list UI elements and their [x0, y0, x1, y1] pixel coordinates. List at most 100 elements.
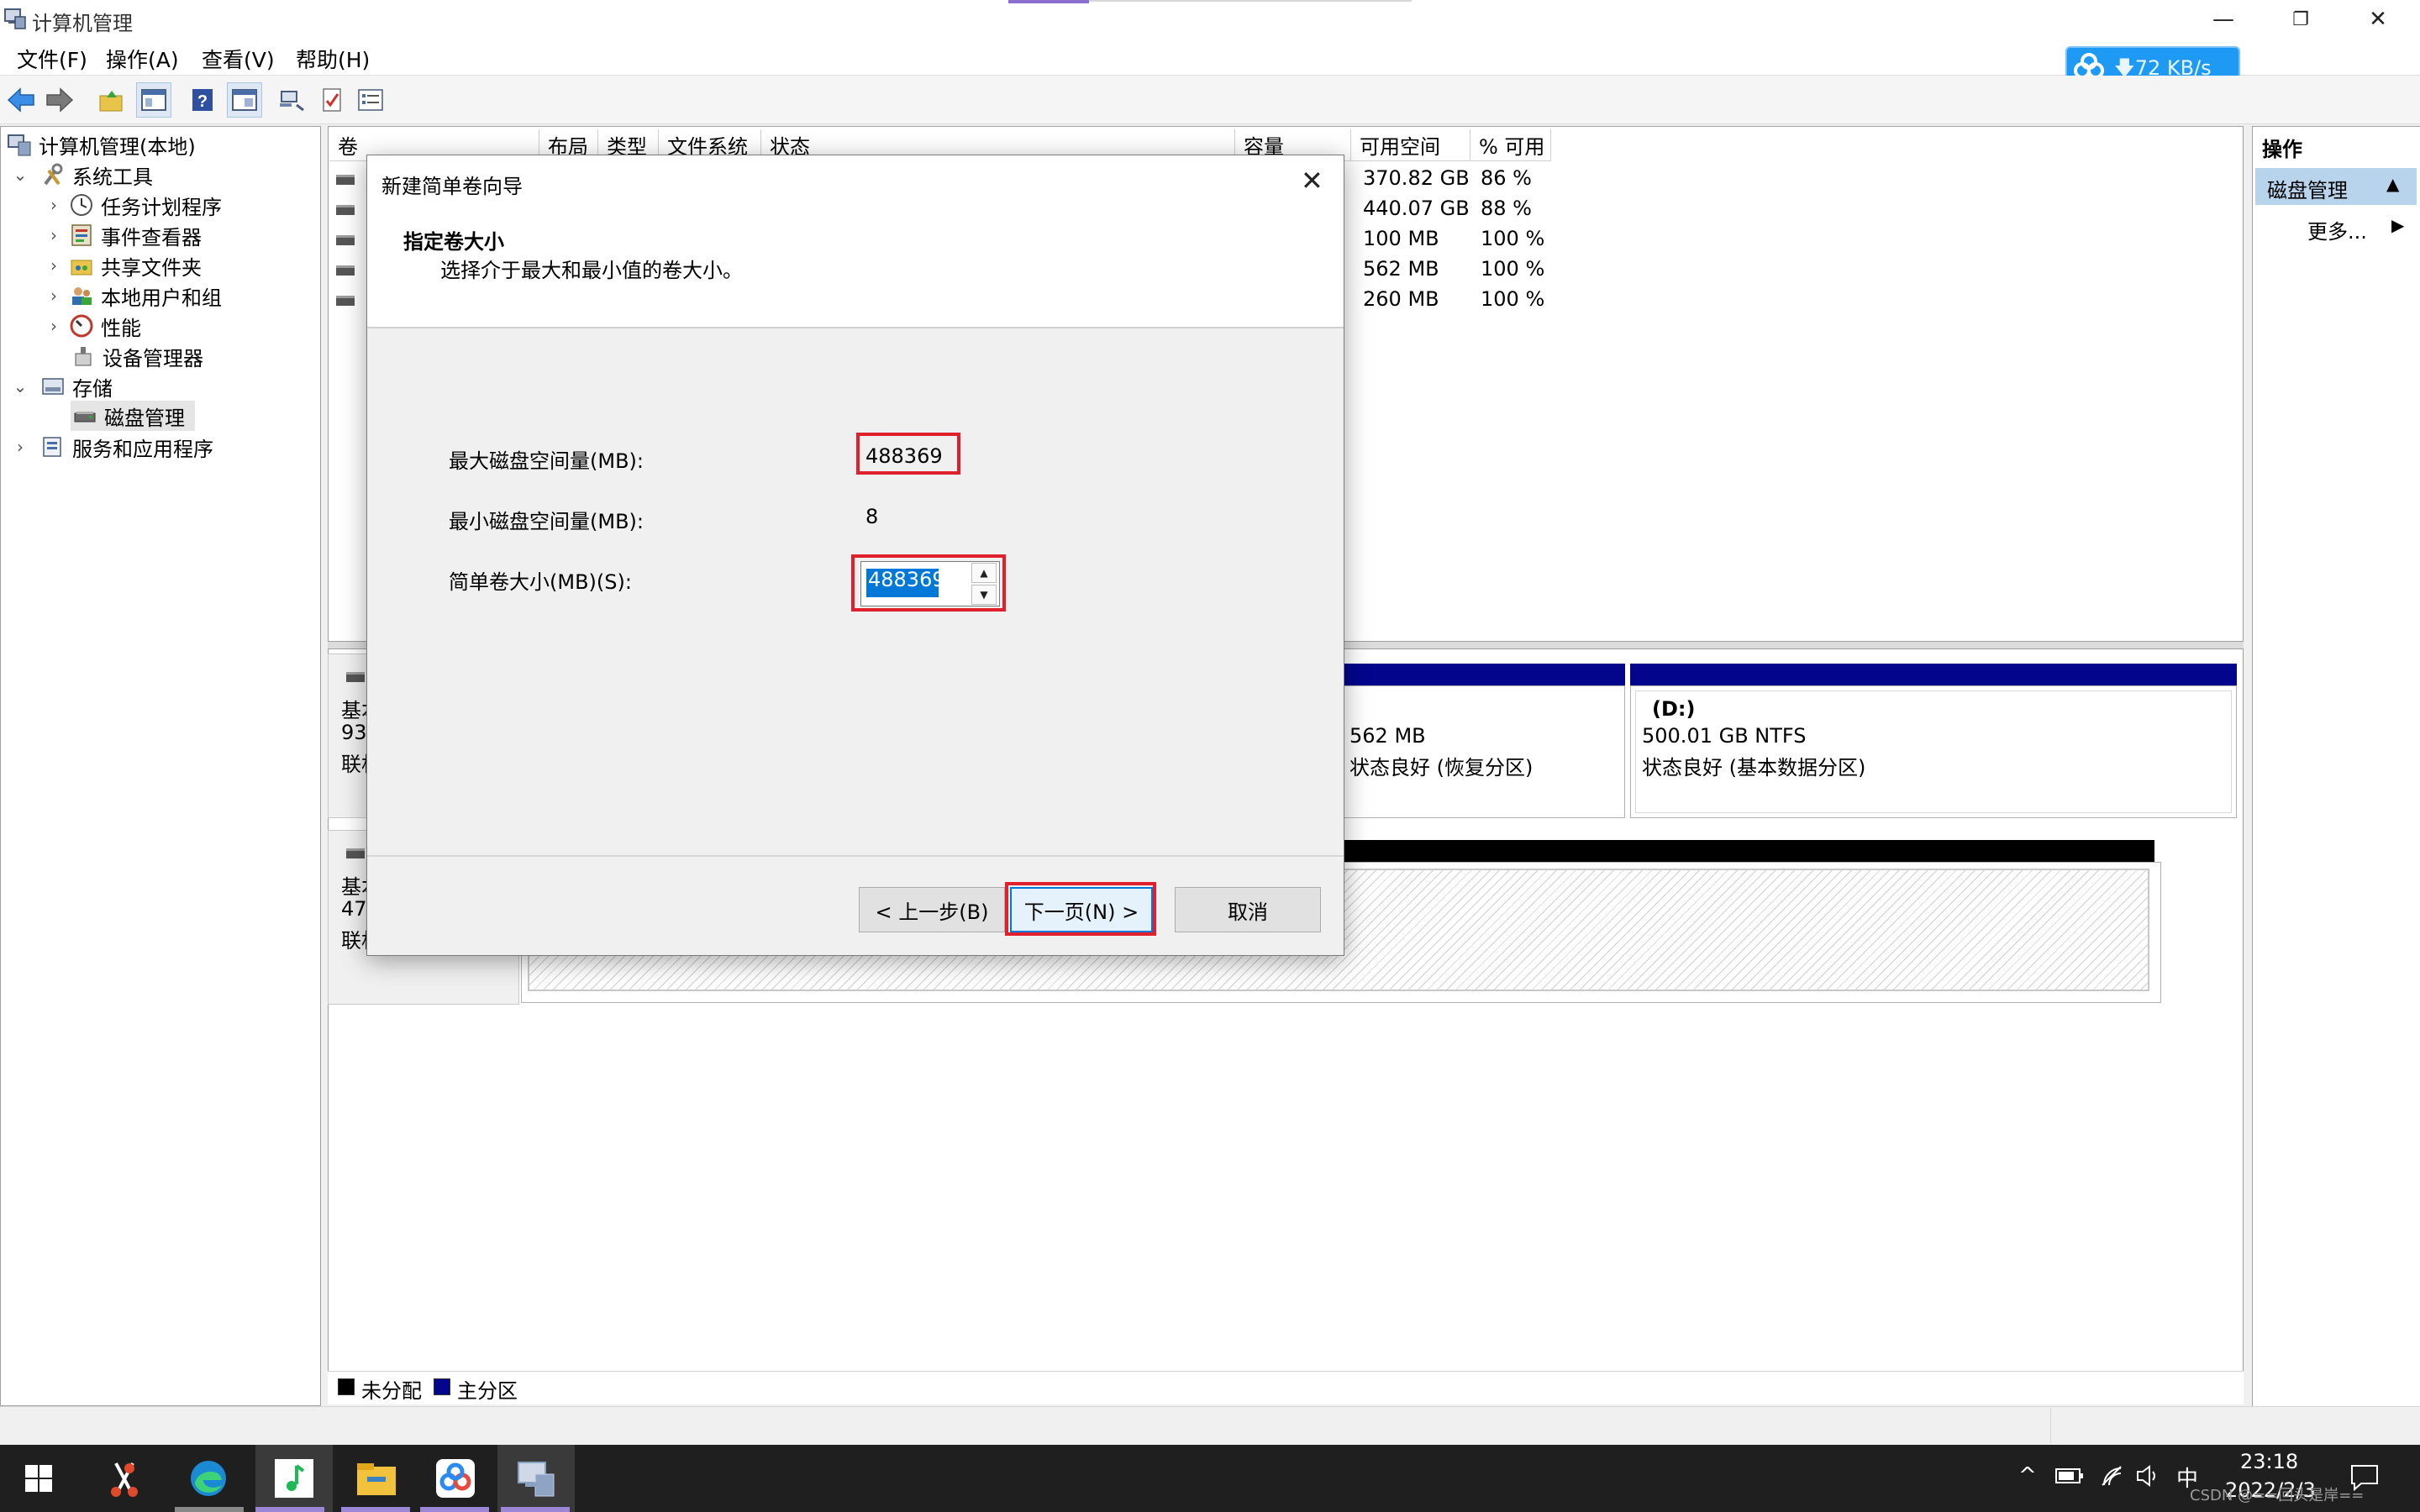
status-bar — [0, 1406, 2420, 1445]
column-header-free-space[interactable]: 可用空间 — [1351, 129, 1470, 161]
collapse-up-icon[interactable]: ▲ — [2386, 174, 2399, 194]
taskbar-edge[interactable] — [170, 1445, 247, 1512]
running-app-indicator — [420, 1507, 489, 1512]
collapse-chevron-icon[interactable]: ⌄ — [12, 376, 29, 396]
volume-speaker-icon[interactable] — [2134, 1463, 2161, 1488]
help-button[interactable]: ? — [185, 82, 220, 118]
expand-chevron-icon[interactable]: › — [45, 195, 62, 215]
menu-help[interactable]: 帮助(H) — [296, 44, 370, 74]
connect-button[interactable] — [274, 82, 309, 118]
active-app-indicator — [501, 1507, 570, 1512]
list-view-button[interactable] — [353, 82, 388, 118]
running-app-indicator — [341, 1507, 410, 1512]
expand-chevron-icon[interactable]: › — [45, 286, 62, 306]
titlebar-accent-secondary — [1089, 0, 1412, 2]
services-icon — [43, 437, 61, 457]
expand-chevron-icon[interactable]: › — [12, 437, 29, 457]
dialog-title: 新建简单卷向导 — [381, 175, 523, 198]
expand-chevron-icon[interactable]: › — [45, 225, 62, 245]
tree-item-local-users[interactable]: › 本地用户和组 — [45, 281, 222, 311]
start-button[interactable] — [0, 1445, 77, 1512]
volume-icon — [336, 296, 355, 306]
volume-percent-free: 100 % — [1481, 257, 1545, 281]
back-button[interactable] — [3, 82, 39, 118]
tree-label: 存储 — [72, 376, 113, 401]
volume-free-space: 370.82 GB — [1363, 166, 1470, 190]
max-space-highlight — [856, 433, 960, 475]
expand-chevron-icon[interactable]: › — [45, 255, 62, 276]
dialog-close-icon[interactable]: ✕ — [1301, 165, 1323, 197]
volume-free-space: 440.07 GB — [1363, 197, 1470, 220]
tree-item-performance[interactable]: › 性能 — [45, 311, 141, 341]
minimize-button[interactable]: — — [2185, 0, 2262, 39]
volume-icon — [336, 175, 355, 185]
show-hide-tree-button[interactable] — [136, 82, 171, 118]
taskbar-music[interactable] — [255, 1445, 333, 1512]
back-icon — [7, 87, 34, 113]
close-window-button[interactable]: ✕ — [2339, 0, 2417, 39]
volume-icon — [336, 205, 355, 215]
tree-item-storage[interactable]: ⌄ 存储 — [12, 371, 113, 402]
menu-file[interactable]: 文件(F) — [17, 44, 87, 74]
taskbar-computer-management[interactable] — [497, 1445, 575, 1512]
menu-view[interactable]: 查看(V) — [202, 44, 275, 74]
taskbar-netdisk[interactable] — [417, 1445, 494, 1512]
tree-item-task-scheduler[interactable]: › 任务计划程序 — [45, 190, 222, 220]
recovery-partition-bar — [1341, 664, 1625, 685]
back-step-button[interactable]: < 上一步(B) — [859, 887, 1005, 932]
help-icon: ? — [192, 89, 213, 111]
tree-item-services-apps[interactable]: › 服务和应用程序 — [12, 432, 213, 462]
tray-overflow-chevron-icon[interactable]: ^ — [2018, 1463, 2037, 1488]
tree-item-event-viewer[interactable]: › 事件查看器 — [45, 220, 202, 250]
battery-icon[interactable] — [2055, 1467, 2084, 1485]
taskbar-screenshot-tool[interactable] — [86, 1445, 163, 1512]
start-icon — [25, 1465, 52, 1492]
action-center-icon[interactable] — [2349, 1463, 2380, 1492]
up-folder-icon — [99, 91, 123, 112]
properties-button[interactable] — [314, 82, 350, 118]
tree-label: 事件查看器 — [101, 225, 202, 249]
csdn-watermark: CSDN @==回头是岸== — [2190, 1487, 2365, 1504]
console-tree-button[interactable] — [227, 82, 262, 118]
d-drive-name: (D:) — [1652, 697, 1696, 721]
tree-item-disk-management[interactable]: 磁盘管理 — [72, 401, 185, 431]
forward-button[interactable] — [42, 82, 77, 118]
titlebar-accent — [1008, 0, 1089, 3]
network-icon[interactable] — [2099, 1463, 2124, 1488]
volume-icon — [336, 235, 355, 245]
legend-primary-label: 主分区 — [457, 1379, 518, 1403]
performance-icon — [70, 314, 93, 338]
tree-item-system-tools[interactable]: ⌄ 系统工具 — [12, 160, 153, 190]
restore-button[interactable]: ❐ — [2262, 0, 2339, 39]
tree-item-computer-management[interactable]: 计算机管理(本地) — [7, 129, 196, 160]
tree-item-shared-folders[interactable]: › 共享文件夹 — [45, 250, 202, 281]
tree-label: 磁盘管理 — [104, 406, 185, 430]
tree-label: 共享文件夹 — [101, 255, 202, 280]
column-header-percent-free[interactable]: % 可用 — [1470, 129, 1551, 161]
collapse-chevron-icon[interactable]: ⌄ — [12, 165, 29, 185]
more-actions-link[interactable]: 更多... — [2307, 215, 2367, 244]
volume-icon — [336, 265, 355, 276]
recovery-partition-status: 状态良好 (恢复分区) — [1349, 756, 1534, 780]
storage-icon — [42, 378, 64, 395]
wizard-heading: 指定卷大小 — [403, 230, 504, 254]
edge-icon — [191, 1461, 226, 1496]
actions-section-label: 磁盘管理 — [2267, 179, 2348, 202]
taskbar-file-explorer[interactable] — [338, 1445, 415, 1512]
computer-management-icon — [518, 1462, 555, 1497]
window-titlebar — [0, 0, 2420, 40]
up-level-button[interactable] — [94, 82, 129, 118]
volume-percent-free: 88 % — [1481, 197, 1532, 220]
tree-label: 本地用户和组 — [101, 286, 222, 310]
volume-percent-free: 100 % — [1481, 227, 1545, 250]
submenu-arrow-icon: ▶ — [2391, 215, 2405, 235]
expand-chevron-icon[interactable]: › — [45, 316, 62, 336]
cancel-button[interactable]: 取消 — [1175, 887, 1321, 932]
tree-label: 计算机管理(本地) — [39, 134, 196, 159]
file-explorer-icon — [357, 1463, 396, 1495]
tree-item-device-manager[interactable]: 设备管理器 — [71, 341, 203, 371]
d-drive-partition-bar — [1630, 664, 2237, 685]
menu-action[interactable]: 操作(A) — [106, 44, 179, 74]
clock-time[interactable]: 23:18 — [2240, 1450, 2298, 1473]
tree-label: 服务和应用程序 — [72, 437, 213, 461]
